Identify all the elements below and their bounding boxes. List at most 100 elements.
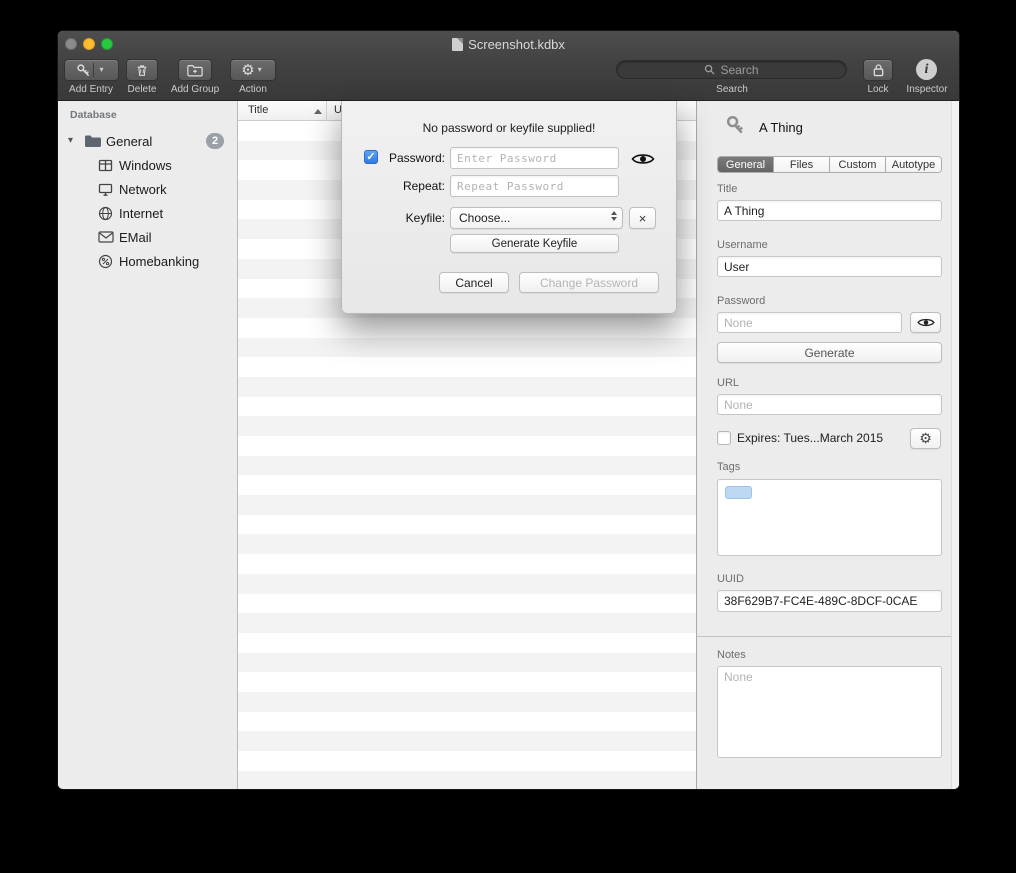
sidebar-item-network[interactable]: Network [58,177,237,201]
entry-title: A Thing [759,120,803,135]
windows-icon [98,158,113,173]
add-entry-button[interactable]: ▾ [64,59,119,81]
tab-autotype[interactable]: Autotype [886,157,941,172]
password-checkbox[interactable]: ✓ [364,150,378,164]
table-row[interactable] [238,475,696,495]
chevron-down-icon: ▾ [255,66,265,74]
password-input[interactable] [450,147,619,169]
tag-token[interactable] [725,486,752,499]
username-label: Username [717,239,768,251]
table-row[interactable] [238,534,696,554]
table-row[interactable] [238,751,696,771]
sidebar-item-windows[interactable]: Windows [58,153,237,177]
expires-checkbox[interactable] [717,431,731,445]
table-row[interactable] [238,554,696,574]
change-password-button[interactable]: Change Password [519,272,659,293]
table-row[interactable] [238,416,696,436]
sidebar-item-label: Internet [119,206,163,221]
table-row[interactable] [238,731,696,751]
lock-icon [872,63,885,77]
expires-label: Expires: Tues...March 2015 [737,431,883,445]
scrollbar-track[interactable] [951,101,960,790]
title-field[interactable] [717,200,942,221]
keyfile-popup-value: Choose... [459,211,510,225]
keyfile-popup[interactable]: Choose... [450,207,623,229]
tab-files[interactable]: Files [774,157,830,172]
expires-settings-button[interactable]: ⚙ [910,428,941,449]
search-input[interactable]: Search [616,60,847,79]
sidebar-header: Database [70,109,117,121]
column-header-title[interactable]: Title [248,104,268,116]
sidebar-item-email[interactable]: EMail [58,225,237,249]
key-icon [724,114,747,142]
table-row[interactable] [238,456,696,476]
table-row[interactable] [238,771,696,790]
table-row[interactable] [238,338,696,358]
sidebar-item-internet[interactable]: Internet [58,201,237,225]
table-row[interactable] [238,318,696,338]
password-field[interactable] [717,312,902,333]
search-placeholder: Search [720,63,758,77]
table-row[interactable] [238,357,696,377]
sort-ascending-icon [314,109,322,114]
table-row[interactable] [238,712,696,732]
sidebar: Database ▾ General 2 Windows Networ [58,101,238,790]
action-button[interactable]: ⚙ ▾ [230,59,276,81]
table-row[interactable] [238,672,696,692]
sidebar-item-label: EMail [119,230,152,245]
keyfile-label: Keyfile: [378,211,445,225]
table-row[interactable] [238,515,696,535]
network-icon [98,182,113,197]
gear-icon: ⚙ [919,432,932,446]
clear-keyfile-button[interactable]: × [629,207,656,229]
table-row[interactable] [238,574,696,594]
cancel-button[interactable]: Cancel [439,272,509,293]
eye-icon [917,317,935,328]
column-divider[interactable] [326,101,327,121]
eye-icon [631,152,655,166]
delete-button[interactable] [126,59,158,81]
inspector-button[interactable]: i [916,59,937,80]
url-field[interactable] [717,394,942,415]
table-row[interactable] [238,613,696,633]
table-row[interactable] [238,377,696,397]
generate-button[interactable]: Generate [717,342,942,363]
search-icon [704,64,715,75]
table-row[interactable] [238,436,696,456]
password-label: Password [717,295,765,307]
window-title: Screenshot.kdbx [468,37,565,52]
add-group-label: Add Group [171,84,219,95]
reveal-password-button[interactable] [629,150,656,168]
disclosure-triangle-icon[interactable]: ▾ [68,136,73,146]
tags-label: Tags [717,461,740,473]
notes-field[interactable] [717,666,942,758]
repeat-label: Repeat: [378,179,445,193]
repeat-password-input[interactable] [450,175,619,197]
sidebar-item-homebanking[interactable]: Homebanking [58,249,237,273]
sidebar-item-general[interactable]: ▾ General 2 [58,129,237,153]
lock-button[interactable] [863,59,893,81]
reveal-password-button[interactable] [910,312,941,333]
envelope-icon [98,231,114,243]
tab-custom[interactable]: Custom [830,157,886,172]
tags-field[interactable] [717,479,942,556]
table-row[interactable] [238,397,696,417]
table-row[interactable] [238,653,696,673]
document-proxy-icon [452,38,463,51]
gear-icon: ⚙ [241,63,254,78]
add-entry-label: Add Entry [69,84,113,95]
key-icon [76,63,91,78]
inspector-label: Inspector [906,84,947,95]
table-row[interactable] [238,692,696,712]
tab-general[interactable]: General [718,157,774,172]
titlebar: Screenshot.kdbx [58,36,959,52]
folder-icon [84,134,102,148]
uuid-field[interactable] [717,590,942,612]
table-row[interactable] [238,495,696,515]
lock-label: Lock [867,84,888,95]
add-group-button[interactable] [178,59,212,81]
username-field[interactable] [717,256,942,277]
table-row[interactable] [238,633,696,653]
generate-keyfile-button[interactable]: Generate Keyfile [450,234,619,253]
table-row[interactable] [238,594,696,614]
